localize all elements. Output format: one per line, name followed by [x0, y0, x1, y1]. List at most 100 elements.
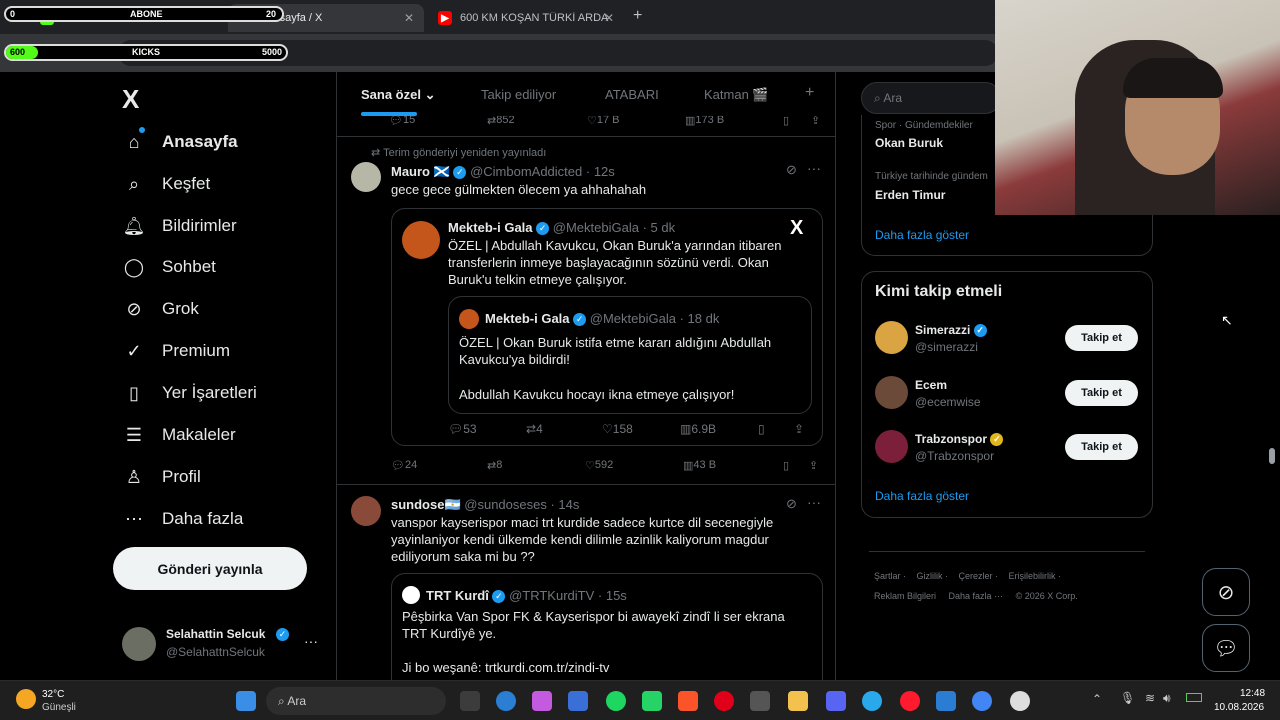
- quote-header: TRT Kurdî ✓ @TRTKurdiTV · 15s: [426, 587, 627, 604]
- post-time[interactable]: · 12s: [586, 164, 615, 179]
- sidebar-item-more[interactable]: ⋯ Daha fazla: [122, 504, 243, 534]
- nested-quoted-post[interactable]: Mekteb-i Gala ✓ @MektebiGala · 18 dk ÖZE…: [448, 296, 812, 414]
- share-icon[interactable]: ⇪: [794, 422, 804, 436]
- battery-icon[interactable]: [1186, 693, 1202, 702]
- follow-button[interactable]: Takip et: [1065, 434, 1138, 460]
- quoted-post[interactable]: Mekteb-i Gala ✓ @MektebiGala · 5 dk X ÖZ…: [391, 208, 823, 446]
- suggested-user-name[interactable]: Simerazzi ✓: [915, 323, 987, 338]
- search-input[interactable]: ⌕ Ara: [861, 82, 1001, 114]
- sidebar-item-chat[interactable]: ◯ Sohbet: [122, 252, 216, 282]
- sidebar-item-articles[interactable]: ☰ Makaleler: [122, 420, 236, 450]
- close-icon[interactable]: ✕: [404, 11, 414, 25]
- show-more-suggestions-link[interactable]: Daha fazla göster: [875, 489, 969, 503]
- wifi-icon[interactable]: ≋: [1145, 691, 1155, 705]
- scrollbar-thumb[interactable]: [1269, 448, 1275, 464]
- tab-youtube[interactable]: ▶ 600 KM KOŞAN TÜRKİ ARDA SA... ✕: [428, 4, 624, 32]
- trend-okan-buruk[interactable]: Okan Buruk: [875, 136, 943, 150]
- chrome-icon[interactable]: [972, 691, 992, 711]
- telegram-icon[interactable]: [862, 691, 882, 711]
- close-icon[interactable]: ✕: [604, 11, 614, 25]
- footer-more[interactable]: Daha fazla ···: [949, 591, 1004, 601]
- tab-katman[interactable]: Katman 🎬: [704, 87, 769, 103]
- more-icon[interactable]: ···: [807, 494, 821, 510]
- like-count[interactable]: ♡ 158: [602, 422, 633, 436]
- add-tab-icon[interactable]: +: [805, 84, 814, 102]
- more-icon[interactable]: ···: [304, 633, 318, 649]
- avatar[interactable]: [875, 321, 908, 354]
- volume-icon[interactable]: 🔊︎: [1163, 691, 1171, 706]
- author-name[interactable]: Mauro 🏴󠁧󠁢󠁳󠁣󠁴󠁿: [391, 164, 450, 179]
- obs-icon[interactable]: [750, 691, 770, 711]
- footer-privacy[interactable]: Gizlilik: [917, 571, 943, 581]
- footer-ads-info[interactable]: Reklam Bilgileri: [874, 591, 936, 601]
- app-icon[interactable]: [568, 691, 588, 711]
- repost-count[interactable]: ⇄ 4: [526, 422, 543, 436]
- reply-count[interactable]: 💬︎ 24: [391, 459, 417, 472]
- quoted-post[interactable]: TRT Kurdî ✓ @TRTKurdiTV · 15s Pêşbirka V…: [391, 573, 823, 680]
- grok-fab[interactable]: ⊘: [1202, 568, 1250, 616]
- sidebar-item-profile[interactable]: ♙ Profil: [122, 462, 201, 492]
- account-switcher[interactable]: Selahattin Selcuk ✓ @SelahattnSelcuk ···: [122, 625, 322, 661]
- sidebar-item-bookmarks[interactable]: ▯ Yer İşaretleri: [122, 378, 257, 408]
- discord-icon[interactable]: [826, 691, 846, 711]
- app-icon[interactable]: [936, 691, 956, 711]
- copilot-icon[interactable]: [532, 691, 552, 711]
- avatar[interactable]: [351, 162, 381, 192]
- grok-icon[interactable]: ⊘: [786, 496, 797, 512]
- tab-following[interactable]: Takip ediliyor: [481, 87, 556, 102]
- bookmark-icon[interactable]: ▯: [783, 459, 789, 472]
- reply-count[interactable]: 💬︎ 53: [448, 422, 477, 436]
- share-icon[interactable]: ⇪: [809, 459, 818, 472]
- mic-icon[interactable]: 🎙︎: [1120, 691, 1135, 705]
- post-button[interactable]: Gönderi yayınla: [113, 547, 307, 590]
- sidebar-item-label: Anasayfa: [162, 132, 238, 151]
- brave-icon[interactable]: [678, 691, 698, 711]
- avatar[interactable]: [351, 496, 381, 526]
- sidebar-item-grok[interactable]: ⊘ Grok: [122, 294, 198, 324]
- new-tab-button[interactable]: +: [633, 7, 642, 25]
- task-view-icon[interactable]: [460, 691, 480, 711]
- avatar[interactable]: [875, 376, 908, 409]
- post-time[interactable]: · 14s: [550, 497, 579, 512]
- weather-temp[interactable]: 32°C: [42, 689, 64, 700]
- sidebar-item-explore[interactable]: ⌕ Keşfet: [122, 169, 210, 199]
- folder-icon[interactable]: [788, 691, 808, 711]
- footer-accessibility[interactable]: Erişilebilirlik: [1009, 571, 1056, 581]
- clock-date[interactable]: 10.08.2026: [1214, 702, 1264, 713]
- suggested-user-name[interactable]: Trabzonspor ✓: [915, 432, 1004, 447]
- sidebar-item-notifications[interactable]: 🔔︎ Bildirimler: [122, 211, 237, 241]
- edge-icon[interactable]: [496, 691, 516, 711]
- opera-icon[interactable]: [714, 691, 734, 711]
- clock-time[interactable]: 12:48: [1240, 688, 1265, 699]
- spotify-icon[interactable]: [606, 691, 626, 711]
- follow-button[interactable]: Takip et: [1065, 380, 1138, 406]
- avatar[interactable]: [875, 430, 908, 463]
- author-handle[interactable]: @CimbomAddicted: [470, 164, 582, 179]
- footer-terms[interactable]: Şartlar: [874, 571, 901, 581]
- app-icon[interactable]: [1010, 691, 1030, 711]
- x-logo[interactable]: X: [122, 84, 139, 115]
- chevron-up-icon[interactable]: ⌃: [1092, 692, 1102, 706]
- tab-atabari[interactable]: ATABARI: [605, 87, 659, 102]
- author-name[interactable]: sundose🇦🇷: [391, 497, 461, 512]
- bookmark-icon[interactable]: ▯: [758, 422, 765, 436]
- footer-cookies[interactable]: Çerezler: [959, 571, 993, 581]
- more-icon[interactable]: ···: [807, 160, 821, 176]
- follow-button[interactable]: Takip et: [1065, 325, 1138, 351]
- taskbar-search[interactable]: ⌕ Ara: [266, 687, 446, 715]
- windows-start-icon[interactable]: [236, 691, 256, 711]
- sidebar-item-premium[interactable]: ✓ Premium: [122, 336, 230, 366]
- whatsapp-icon[interactable]: [642, 691, 662, 711]
- trend-erden-timur[interactable]: Erden Timur: [875, 188, 945, 202]
- suggested-user-name[interactable]: Ecem: [915, 378, 947, 392]
- repost-count[interactable]: ⇄ 8: [487, 459, 502, 472]
- like-count[interactable]: ♡ 592: [585, 459, 613, 472]
- tab-for-you[interactable]: Sana özel ⌄: [361, 87, 436, 103]
- show-more-trends-link[interactable]: Daha fazla göster: [875, 228, 969, 242]
- grok-icon[interactable]: ⊘: [786, 162, 797, 178]
- author-handle[interactable]: @sundoseses: [464, 497, 547, 512]
- messages-fab[interactable]: 💬︎: [1202, 624, 1250, 672]
- view-count[interactable]: ▥ 43 B: [683, 459, 716, 472]
- opera-gx-icon[interactable]: [900, 691, 920, 711]
- view-count[interactable]: ▥ 6.9B: [680, 422, 716, 436]
